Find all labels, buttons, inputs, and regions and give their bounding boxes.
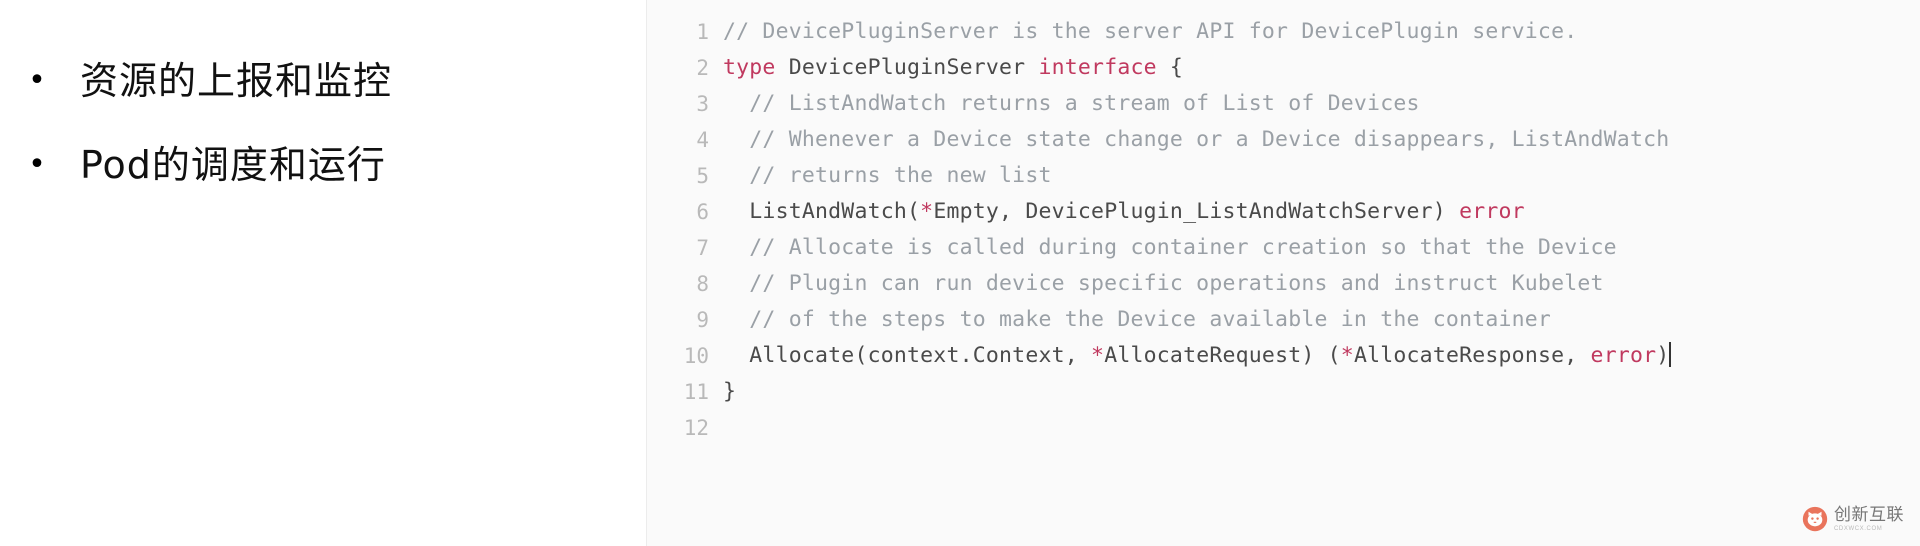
line-number: 4 [696,128,709,152]
code-line-content[interactable]: // Plugin can run device specific operat… [723,266,1920,302]
code-token-comment: // Allocate is called during container c… [723,235,1617,260]
code-line-row: 2 type DevicePluginServer interface { [647,50,1920,86]
bullet-list: • 资源的上报和监控 • Pod的调度和运行 [0,58,646,188]
code-line-row: 1 // DevicePluginServer is the server API… [647,14,1920,50]
line-number: 1 [696,20,709,44]
watermark-domain: CDXWCX.COM [1834,525,1883,532]
bullet-dot-icon: • [28,63,46,98]
code-line-content[interactable]: // Allocate is called during container c… [723,230,1920,266]
code-token-star: * [920,199,934,224]
code-line-content[interactable]: type DevicePluginServer interface { [723,50,1920,86]
code-token-keyword: error [1459,199,1525,224]
line-number: 5 [696,164,709,188]
line-number: 6 [696,200,709,224]
line-number: 9 [696,308,709,332]
code-line-row: 4 // Whenever a Device state change or a… [647,122,1920,158]
code-token-star: * [1340,343,1354,368]
code-token-plain: Allocate(context.Context, [723,343,1092,368]
code-token-keyword: error [1590,343,1657,368]
code-line-content[interactable]: // of the steps to make the Device avail… [723,302,1920,338]
list-item: • Pod的调度和运行 [0,142,646,188]
code-token-keyword: interface [1038,55,1157,80]
code-line-row: 10 Allocate(context.Context, *AllocateRe… [647,338,1920,374]
code-token-comment: // Whenever a Device state change or a D… [723,127,1670,152]
line-number: 2 [696,56,709,80]
code-line-content[interactable]: ListAndWatch(*Empty, DevicePlugin_ListAn… [723,194,1920,230]
slide-root: • 资源的上报和监控 • Pod的调度和运行 1 // DevicePluginServ… [0,0,1920,546]
code-line-row: 8 // Plugin can run device specific oper… [647,266,1920,302]
bullet-dot-icon: • [28,147,46,182]
code-token-comment: // Plugin can run device specific operat… [723,271,1604,296]
code-token-plain: DevicePluginServer [775,55,1039,80]
code-token-plain: ListAndWatch( [723,199,921,224]
list-item: • 资源的上报和监控 [0,58,646,104]
code-line-row: 3 // ListAndWatch returns a stream of Li… [647,86,1920,122]
code-line-row: 5 // returns the new list [647,158,1920,194]
code-token-punct: } [723,379,737,404]
code-token-plain: AllocateResponse, [1353,343,1591,368]
code-line-row: 7 // Allocate is called during container… [647,230,1920,266]
bullet-panel: • 资源的上报和监控 • Pod的调度和运行 [0,0,646,546]
code-line-content[interactable]: // returns the new list [723,158,1920,194]
code-token-plain: Empty, DevicePlugin_ListAndWatchServer) [933,199,1460,224]
list-item-label: Pod的调度和运行 [80,143,386,187]
code-line-row: 12 [647,410,1920,446]
line-number: 7 [696,236,709,260]
line-number: 3 [696,92,709,116]
line-number: 11 [683,380,709,404]
cat-logo-icon [1802,506,1828,532]
code-token-comment: // returns the new list [723,163,1052,188]
code-line-row: 11} [647,374,1920,410]
line-number: 12 [683,416,709,440]
code-line-content[interactable] [723,410,1920,446]
code-token-punct: { [1156,55,1184,80]
code-token-comment: // DevicePluginServer is the server API … [723,19,1578,44]
code-panel: 1 // DevicePluginServer is the server API… [646,0,1920,546]
code-token-star: * [1091,343,1105,368]
code-line-content[interactable]: Allocate(context.Context, *AllocateReque… [723,338,1920,374]
list-item-label: 资源的上报和监控 [80,59,393,103]
code-line-content[interactable]: // DevicePluginServer is the server API … [723,14,1920,50]
code-token-keyword: type [723,55,776,80]
code-token-plain: AllocateRequest) ( [1104,343,1341,368]
code-line-row: 6 ListAndWatch(*Empty, DevicePlugin_List… [647,194,1920,230]
code-token-comment: // ListAndWatch returns a stream of List… [723,91,1420,116]
line-number: 10 [683,344,709,368]
code-line-content[interactable]: } [723,374,1920,410]
code-token-comment: // of the steps to make the Device avail… [723,307,1552,332]
watermark: 创新互联 CDXWCX.COM [1802,506,1904,532]
code-line-content[interactable]: // Whenever a Device state change or a D… [723,122,1920,158]
watermark-text: 创新互联 CDXWCX.COM [1834,504,1904,532]
code-line-content[interactable]: // ListAndWatch returns a stream of List… [723,86,1920,122]
code-token-punct: ) [1656,343,1670,368]
line-number: 8 [696,272,709,296]
code-table: 1 // DevicePluginServer is the server API… [647,14,1920,446]
text-cursor [1669,342,1672,367]
code-line-row: 9 // of the steps to make the Device ava… [647,302,1920,338]
watermark-brand: 创新互联 [1834,504,1904,525]
